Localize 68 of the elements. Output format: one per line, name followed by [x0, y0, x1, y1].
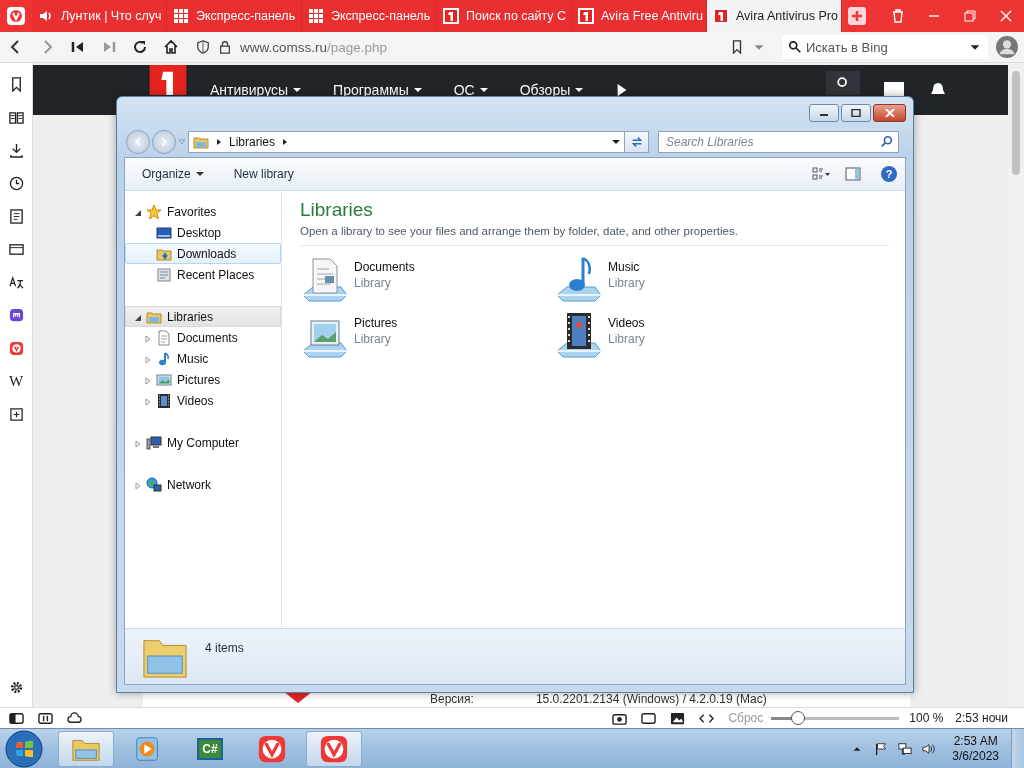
- library-item[interactable]: Music Library: [554, 252, 808, 308]
- taskbar-clock[interactable]: 2:53 AM 3/6/2023: [952, 734, 999, 763]
- library-item[interactable]: Pictures Library: [300, 308, 554, 364]
- item-type: Library: [354, 332, 392, 346]
- nav-label: Favorites: [167, 204, 217, 219]
- zoom-percent[interactable]: 100 %: [909, 711, 944, 725]
- nav-item[interactable]: Videos: [125, 390, 281, 411]
- toolbar-button[interactable]: Organize: [142, 167, 204, 181]
- nav-item[interactable]: Network: [125, 474, 281, 495]
- item-name: Videos: [608, 316, 645, 330]
- item-count: 4 items: [205, 641, 244, 655]
- browser-tab[interactable]: Поиск по сайту С: [437, 0, 572, 32]
- item-type: Library: [608, 276, 645, 290]
- nav-item[interactable]: Libraries: [125, 306, 281, 327]
- nav-label: Recent Places: [177, 267, 255, 282]
- nav-label: Videos: [177, 393, 214, 408]
- browser-tab[interactable]: Экспресс-панель: [302, 0, 437, 32]
- help-button[interactable]: ?: [881, 166, 897, 182]
- nav-label: Documents: [177, 330, 238, 345]
- nav-item[interactable]: Desktop: [125, 222, 281, 243]
- toolbar-button[interactable]: New library: [233, 167, 294, 181]
- browser-tab[interactable]: Avira Free Antiviru: [572, 0, 707, 32]
- search-field[interactable]: Искать в Bing: [782, 35, 988, 59]
- clock-time: 2:53 AM: [953, 734, 998, 748]
- search-input[interactable]: Искать в Bing: [806, 39, 964, 55]
- item-name: Music: [608, 260, 641, 274]
- url-field[interactable]: www.comss.ru/page.php: [194, 35, 774, 59]
- library-item[interactable]: Documents Library: [300, 252, 554, 308]
- nav-label: Libraries: [167, 309, 214, 324]
- search-field[interactable]: Search Libraries: [658, 131, 899, 153]
- info-value: 15.0.2201.2134 (Windows) / 4.2.0.19 (Mac): [535, 692, 767, 706]
- site-menu-item[interactable]: Обзоры: [519, 82, 584, 98]
- browser-tab[interactable]: Avira Antivirus Pro: [707, 0, 842, 32]
- item-name: Documents: [354, 260, 415, 274]
- info-label: Версия:: [430, 692, 474, 706]
- nav-label: Music: [177, 351, 209, 366]
- library-item[interactable]: Videos Library: [554, 308, 808, 364]
- nav-item[interactable]: Downloads: [125, 243, 281, 264]
- web-panel-icon[interactable]: W: [8, 374, 24, 389]
- code-editor-icon: C#: [197, 737, 223, 760]
- nav-item[interactable]: Recent Places: [125, 264, 281, 285]
- nav-label: My Computer: [167, 435, 240, 450]
- nav-item[interactable]: Music: [125, 348, 281, 369]
- clock-date: 3/6/2023: [952, 749, 999, 763]
- taskbar-app[interactable]: C#: [182, 730, 238, 767]
- nav-label: Network: [167, 477, 211, 492]
- browser-tab[interactable]: Лунтик | Что случ: [32, 0, 167, 32]
- site-menu-item[interactable]: Антивирусы: [210, 82, 302, 98]
- page-description: Open a library to see your files and arrange them by folder, date, and other properties.: [300, 225, 739, 237]
- nav-item[interactable]: My Computer: [125, 432, 281, 453]
- clock-text: 2:53 ночи: [955, 711, 1008, 725]
- address-field[interactable]: Libraries: [188, 131, 625, 153]
- search-input[interactable]: Search Libraries: [666, 135, 880, 149]
- browser-tab[interactable]: Экспресс-панель: [167, 0, 302, 32]
- nav-label: Pictures: [177, 372, 221, 387]
- site-menu-item[interactable]: Программы: [333, 82, 422, 98]
- nav-item[interactable]: Pictures: [125, 369, 281, 390]
- item-type: Library: [608, 332, 645, 346]
- nav-item[interactable]: Documents: [125, 327, 281, 348]
- item-type: Library: [354, 276, 392, 290]
- nav-item[interactable]: Favorites: [125, 201, 281, 222]
- url-text: www.comss.ru/page.php: [240, 39, 388, 55]
- page-heading: Libraries: [300, 199, 374, 221]
- item-name: Pictures: [354, 316, 398, 330]
- breadcrumb-item[interactable]: Libraries: [229, 135, 276, 149]
- site-menu-item[interactable]: ОС: [453, 82, 488, 98]
- nav-label: Downloads: [177, 246, 237, 261]
- nav-label: Desktop: [177, 225, 222, 240]
